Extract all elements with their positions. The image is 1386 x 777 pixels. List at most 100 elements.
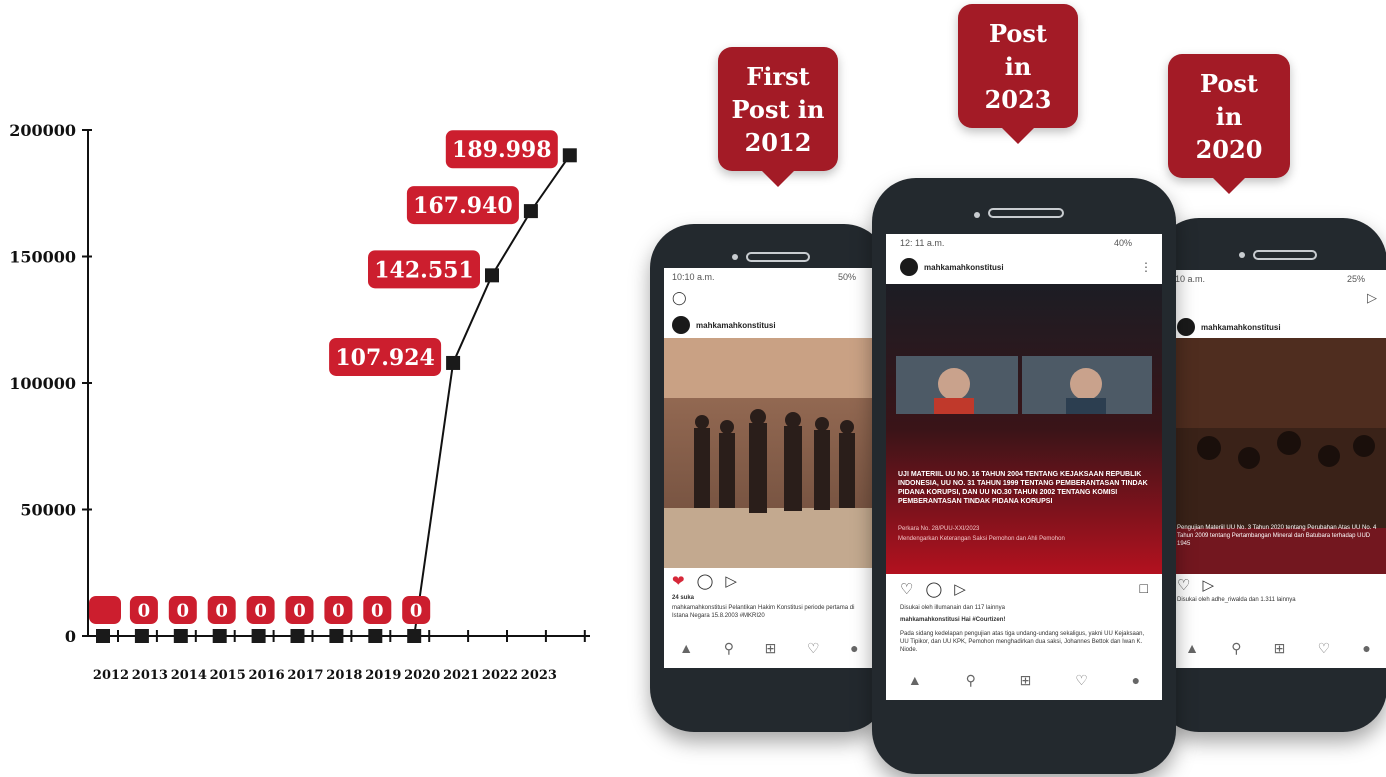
home-icon[interactable]: ▲ bbox=[908, 672, 922, 688]
phone-right: 10 a.m. 25% ▷ mahkamahkonstitusi Penguji… bbox=[1155, 218, 1386, 732]
value-label: 0 bbox=[215, 600, 228, 621]
post-photo[interactable]: UJI MATERIIL UU NO. 16 TAHUN 2004 TENTAN… bbox=[886, 284, 1162, 574]
data-point-marker bbox=[134, 629, 149, 643]
account-name[interactable]: mahkamahkonstitusi bbox=[1201, 323, 1281, 332]
home-icon[interactable]: ▲ bbox=[679, 640, 693, 656]
data-point-marker bbox=[251, 629, 266, 643]
avatar[interactable] bbox=[672, 316, 690, 334]
value-label: 0 bbox=[254, 600, 267, 621]
likes-count: Disukai oleh adhe_riwalda dan 1.311 lain… bbox=[1177, 597, 1296, 603]
post-body: Pada sidang kedelapan pengujian atas tig… bbox=[900, 631, 1145, 653]
comment-icon[interactable]: ◯ bbox=[925, 580, 942, 598]
account-name[interactable]: mahkamahkonstitusi bbox=[696, 321, 776, 330]
share-icon[interactable]: ▷ bbox=[725, 572, 737, 590]
share-icon[interactable]: ▷ bbox=[1202, 576, 1214, 594]
case-number: Perkara No. 28/PUU-XXI/2023 bbox=[898, 526, 980, 532]
value-label: 0 bbox=[177, 600, 190, 621]
data-point-marker bbox=[173, 629, 188, 643]
post-caption: mahkamahkonstitusi Hai #Courtizen! bbox=[900, 617, 1006, 623]
x-tick-label: 2019 bbox=[365, 668, 401, 683]
camera-icon[interactable]: ◯ bbox=[672, 290, 687, 306]
activity-icon[interactable]: ♡ bbox=[1075, 672, 1088, 689]
callout-post-2020: Post in 2020 bbox=[1168, 54, 1290, 194]
line-chart: 050000100000150000200000 2012 2013 2014 201… bbox=[9, 121, 590, 683]
data-point-marker bbox=[523, 204, 538, 219]
value-label: 167.940 bbox=[413, 193, 513, 219]
bottom-nav: ▲ ⚲ ⊞ ♡ ● bbox=[664, 636, 874, 660]
data-point-marker bbox=[212, 629, 227, 643]
camera-dot bbox=[1239, 252, 1245, 258]
data-point-marker bbox=[485, 268, 499, 283]
data-point-marker bbox=[368, 629, 383, 643]
phone-center: 12: 11 a.m. 40% mahkamahkonstitusi ⋮ UJI… bbox=[872, 178, 1176, 774]
likes-count: 24 suka bbox=[672, 595, 695, 601]
activity-icon[interactable]: ♡ bbox=[1318, 640, 1331, 657]
direct-message-icon[interactable]: ▷ bbox=[1367, 290, 1377, 306]
post-photo[interactable]: Pengujian Materiil UU No. 3 Tahun 2020 t… bbox=[1169, 338, 1386, 574]
phone-center-screen: 12: 11 a.m. 40% mahkamahkonstitusi ⋮ UJI… bbox=[886, 234, 1162, 700]
value-label: 0 bbox=[138, 600, 151, 621]
x-tick-label: 2016 bbox=[249, 668, 285, 683]
x-tick-label: 2014 bbox=[171, 668, 207, 683]
heart-icon[interactable]: ♡ bbox=[1177, 576, 1190, 594]
status-time: 12: 11 a.m. bbox=[900, 238, 945, 248]
account-name[interactable]: mahkamahkonstitusi bbox=[924, 263, 1004, 272]
search-icon[interactable]: ⚲ bbox=[724, 640, 734, 657]
profile-icon[interactable]: ● bbox=[1132, 672, 1140, 688]
bottom-nav: ▲ ⚲ ⊞ ♡ ● bbox=[886, 668, 1162, 692]
status-bar: 12: 11 a.m. 40% bbox=[886, 234, 1162, 252]
series-line bbox=[103, 154, 571, 637]
data-point-marker bbox=[290, 629, 305, 643]
x-tick-label: 2015 bbox=[210, 668, 246, 683]
more-options-icon[interactable]: ⋮ bbox=[1140, 260, 1152, 274]
status-time: 10:10 a.m. bbox=[672, 272, 715, 282]
x-tick-label: 2023 bbox=[521, 668, 557, 683]
speaker-slot bbox=[988, 208, 1064, 218]
search-icon[interactable]: ⚲ bbox=[1231, 640, 1241, 657]
share-icon[interactable]: ▷ bbox=[954, 580, 966, 598]
profile-icon[interactable]: ● bbox=[1362, 640, 1370, 656]
series-line-path bbox=[103, 154, 571, 637]
post-photo[interactable] bbox=[664, 338, 874, 568]
heart-icon[interactable]: ❤ bbox=[672, 572, 685, 590]
post-headline: Pengujian Materiil UU No. 3 Tahun 2020 t… bbox=[1177, 525, 1377, 547]
post-actions: ♡ ◯ ▷ bbox=[900, 580, 1154, 598]
post-caption: mahkamahkonstitusi Pelantikan Hakim Kons… bbox=[672, 605, 855, 619]
post-header: mahkamahkonstitusi bbox=[1177, 318, 1281, 336]
data-point-marker bbox=[562, 148, 577, 163]
status-battery: 25% bbox=[1346, 274, 1365, 284]
avatar[interactable] bbox=[900, 258, 918, 276]
avatar[interactable] bbox=[1177, 318, 1195, 336]
bookmark-icon[interactable]: □ bbox=[1140, 580, 1148, 596]
status-bar: 10 a.m. 25% bbox=[1169, 270, 1386, 288]
value-label: 107.924 bbox=[335, 345, 435, 371]
status-battery: 40% bbox=[1113, 238, 1132, 248]
home-icon[interactable]: ▲ bbox=[1185, 640, 1199, 656]
ceremony-photo bbox=[664, 338, 874, 568]
speaker-slot bbox=[1253, 250, 1317, 260]
post-header: mahkamahkonstitusi bbox=[900, 258, 1004, 276]
post-actions: ❤ ◯ ▷ bbox=[672, 572, 866, 590]
add-post-icon[interactable]: ⊞ bbox=[765, 640, 777, 657]
y-tick-label: 100000 bbox=[9, 374, 76, 393]
activity-icon[interactable]: ♡ bbox=[807, 640, 820, 657]
value-labels: 0 0 0 0 0 0 0 0 107.924 142.551 167.940 189.998 bbox=[89, 130, 558, 624]
add-post-icon[interactable]: ⊞ bbox=[1274, 640, 1286, 657]
phone-left: 10:10 a.m. 50% ◯ mahkamahkonstitusi ❤ ◯ … bbox=[650, 224, 888, 732]
comment-icon[interactable]: ◯ bbox=[697, 572, 714, 590]
camera-dot bbox=[732, 254, 738, 260]
profile-icon[interactable]: ● bbox=[850, 640, 858, 656]
value-label: 0 bbox=[293, 600, 306, 621]
post-header: mahkamahkonstitusi bbox=[672, 316, 776, 334]
speaker-slot bbox=[746, 252, 810, 262]
y-tick-label: 200000 bbox=[9, 121, 76, 140]
data-point-marker bbox=[446, 355, 461, 370]
add-post-icon[interactable]: ⊞ bbox=[1020, 672, 1032, 689]
value-label: 0 bbox=[332, 600, 345, 621]
x-tick-label: 2017 bbox=[287, 668, 323, 683]
x-tick-label: 2022 bbox=[482, 668, 518, 683]
data-point-marker bbox=[407, 629, 422, 643]
search-icon[interactable]: ⚲ bbox=[966, 672, 976, 689]
value-label: 0 bbox=[410, 600, 423, 621]
heart-icon[interactable]: ♡ bbox=[900, 580, 913, 598]
